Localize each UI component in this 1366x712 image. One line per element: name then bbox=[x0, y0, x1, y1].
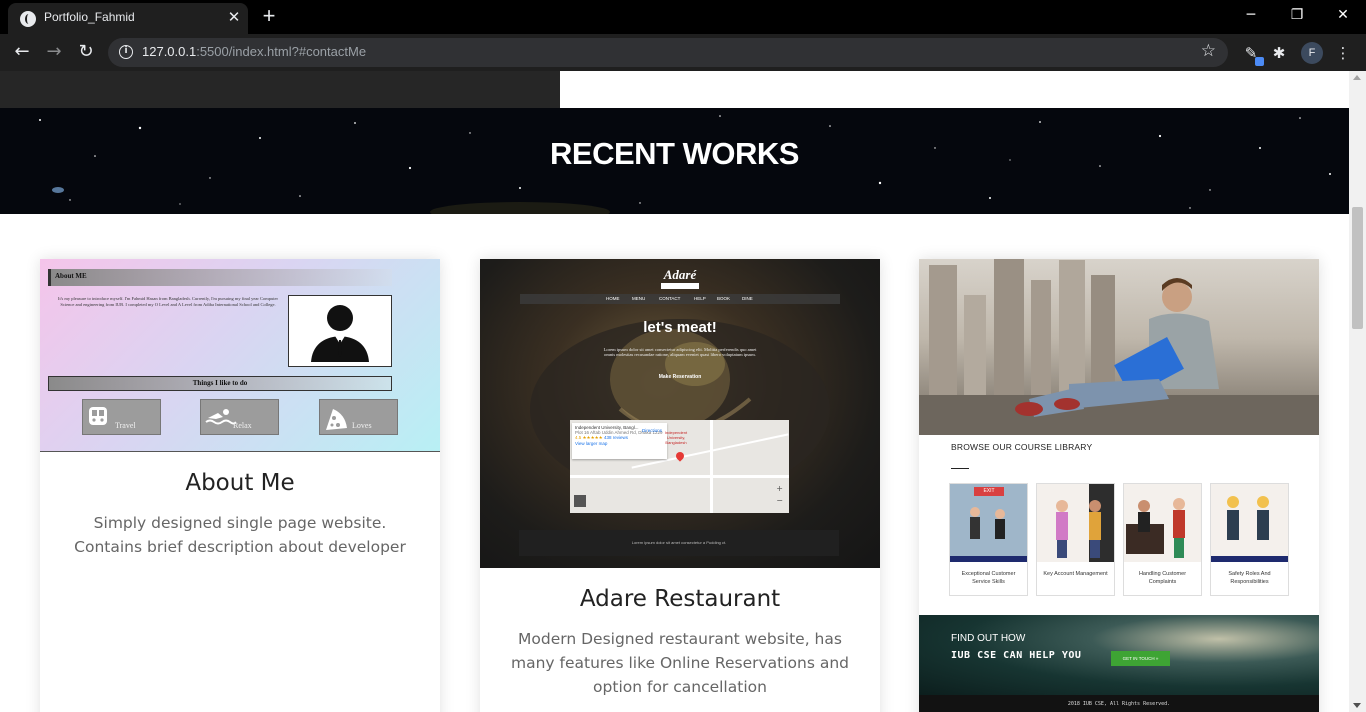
course-illustration bbox=[1124, 484, 1201, 562]
profile-avatar[interactable]: F bbox=[1301, 42, 1323, 64]
puzzle-extensions-icon[interactable]: ✱ bbox=[1268, 42, 1290, 64]
forward-arrow-icon[interactable]: → bbox=[42, 40, 66, 64]
adare-hero-text: let's meat! bbox=[643, 319, 717, 336]
recent-works-banner: RECENT WORKS bbox=[0, 108, 1349, 214]
thumb-about-intro: It's my pleasure to introduce myself. I'… bbox=[57, 296, 279, 307]
course-library-label: BROWSE OUR COURSE LIBRARY bbox=[951, 442, 1093, 452]
adare-thumbnail[interactable]: Adaré HOME MENU CONTACT HELP BOOK DINE l… bbox=[480, 259, 880, 568]
scroll-down-arrow-icon[interactable] bbox=[1353, 703, 1361, 708]
globe-icon bbox=[20, 11, 36, 27]
map-marker-label: Independent University, Bangladesh bbox=[664, 430, 688, 445]
course-thumbnail[interactable]: BROWSE OUR COURSE LIBRARY EXIT Exception… bbox=[919, 259, 1319, 712]
browser-toolbar: ← → ↻ i 127.0.0.1:5500/index.html?#conta… bbox=[0, 34, 1366, 71]
people-illustration bbox=[1056, 484, 1114, 562]
reload-icon[interactable]: ↻ bbox=[74, 40, 98, 64]
hobby-loves: Loves bbox=[319, 399, 398, 435]
info-icon[interactable]: i bbox=[119, 45, 133, 59]
minimize-icon[interactable]: ─ bbox=[1228, 0, 1274, 30]
new-tab-button[interactable]: + bbox=[258, 5, 280, 28]
zoom-in-icon: + bbox=[776, 484, 783, 493]
restore-icon[interactable]: ❐ bbox=[1274, 0, 1320, 30]
course-tile: Key Account Management bbox=[1036, 483, 1115, 596]
people-illustration bbox=[1126, 498, 1185, 558]
project-card-about-me[interactable]: About ME It's my pleasure to introduce m… bbox=[40, 259, 440, 712]
find-out-text: FIND OUT HOW bbox=[951, 633, 1026, 644]
card-description: Simply designed single page website. Con… bbox=[74, 514, 406, 556]
tab-title: Portfolio_Fahmid bbox=[44, 10, 135, 24]
course-title: Key Account Management bbox=[1043, 571, 1108, 577]
student-laptop-hero bbox=[919, 259, 1319, 435]
course-title: Exceptional Customer Service Skills bbox=[961, 571, 1016, 585]
adare-hero-paragraph: Lorem ipsum dolor sit amet consectetur a… bbox=[603, 347, 757, 357]
previous-section-dark bbox=[0, 71, 560, 108]
swimmer-icon bbox=[205, 409, 236, 425]
adare-logo-underline bbox=[661, 283, 699, 289]
cta-tagline: IUB CSE CAN HELP YOU bbox=[951, 650, 1082, 661]
qr-code-icon bbox=[574, 495, 586, 507]
pizza-icon bbox=[326, 409, 347, 430]
course-tile: Handling Customer Complaints bbox=[1123, 483, 1202, 596]
adare-nav: HOME MENU CONTACT HELP BOOK DINE bbox=[520, 294, 840, 304]
food-plate-image bbox=[530, 319, 830, 499]
adare-reservation-link: Make Reservation bbox=[658, 374, 702, 380]
card-title: Adare Restaurant bbox=[579, 586, 781, 612]
page-viewport: RECENT WORKS About ME It's my pleasure t… bbox=[0, 71, 1366, 712]
url-text[interactable]: 127.0.0.1:5500/index.html?#contactMe bbox=[142, 44, 366, 59]
map-road bbox=[710, 420, 713, 513]
person-avatar-icon bbox=[288, 295, 392, 367]
adare-footer: Lorem ipsum dolor sit amet consectetur a… bbox=[519, 530, 839, 556]
section-title: RECENT WORKS bbox=[550, 136, 799, 171]
course-illustration: EXIT bbox=[950, 484, 1027, 562]
map-directions: Directions bbox=[642, 428, 663, 433]
map-pin-icon bbox=[674, 450, 686, 462]
scroll-up-arrow-icon[interactable] bbox=[1353, 75, 1361, 80]
hobby-travel: Travel bbox=[82, 399, 161, 435]
embedded-map: Independent University, Bangl... Plot 16… bbox=[570, 420, 789, 513]
get-in-touch-button: GET IN TOUCH » bbox=[1111, 651, 1170, 666]
course-footer: 2018 IUB CSE, All Rights Reserved. bbox=[919, 695, 1319, 712]
extension-badge bbox=[1255, 57, 1264, 66]
people-illustration bbox=[950, 507, 1027, 562]
thumb-things-heading: Things I like to do bbox=[48, 376, 392, 391]
course-library-rule bbox=[951, 468, 969, 469]
back-arrow-icon[interactable]: ← bbox=[10, 40, 34, 64]
hobby-relax: Relax bbox=[200, 399, 279, 435]
project-card-iub-cse-courses[interactable]: BROWSE OUR COURSE LIBRARY EXIT Exception… bbox=[919, 259, 1319, 712]
close-icon[interactable]: ✕ bbox=[1320, 0, 1366, 30]
map-road bbox=[570, 475, 789, 478]
project-card-adare-restaurant[interactable]: Adaré HOME MENU CONTACT HELP BOOK DINE l… bbox=[480, 259, 880, 712]
course-tile: EXIT Exceptional Customer Service Skills bbox=[949, 483, 1028, 596]
course-title: Safety Roles And Responsibilities bbox=[1228, 571, 1271, 585]
page-scrollbar[interactable] bbox=[1349, 71, 1366, 712]
people-illustration bbox=[1211, 496, 1288, 562]
train-icon bbox=[89, 407, 107, 425]
course-tile: Safety Roles And Responsibilities bbox=[1210, 483, 1289, 596]
menu-kebab-icon[interactable]: ⋮ bbox=[1332, 42, 1354, 64]
about-me-thumbnail[interactable]: About ME It's my pleasure to introduce m… bbox=[40, 259, 440, 452]
bookmark-star-icon[interactable]: ☆ bbox=[1201, 41, 1216, 61]
browser-tab[interactable]: Portfolio_Fahmid ✕ bbox=[8, 3, 248, 34]
address-bar[interactable]: i 127.0.0.1:5500/index.html?#contactMe ☆ bbox=[108, 38, 1228, 67]
course-illustration bbox=[1211, 484, 1288, 562]
pen-extension-icon[interactable]: ✎ bbox=[1240, 42, 1264, 66]
card-description: Modern Designed restaurant website, has … bbox=[510, 630, 850, 696]
zoom-out-icon: − bbox=[776, 496, 783, 505]
course-cta-banner: FIND OUT HOW IUB CSE CAN HELP YOU GET IN… bbox=[919, 615, 1319, 695]
scrollbar-thumb[interactable] bbox=[1352, 207, 1363, 329]
course-illustration bbox=[1037, 484, 1114, 562]
card-title: About Me bbox=[185, 470, 295, 496]
adare-logo: Adaré bbox=[663, 267, 697, 282]
tab-close-icon[interactable]: ✕ bbox=[224, 7, 244, 27]
thumb-about-heading: About ME bbox=[48, 269, 392, 286]
tab-strip: Portfolio_Fahmid ✕ + ─ ❐ ✕ bbox=[0, 0, 1366, 34]
previous-section-light bbox=[560, 71, 1349, 108]
student-figure bbox=[1015, 278, 1219, 417]
course-title: Handling Customer Complaints bbox=[1138, 571, 1187, 585]
